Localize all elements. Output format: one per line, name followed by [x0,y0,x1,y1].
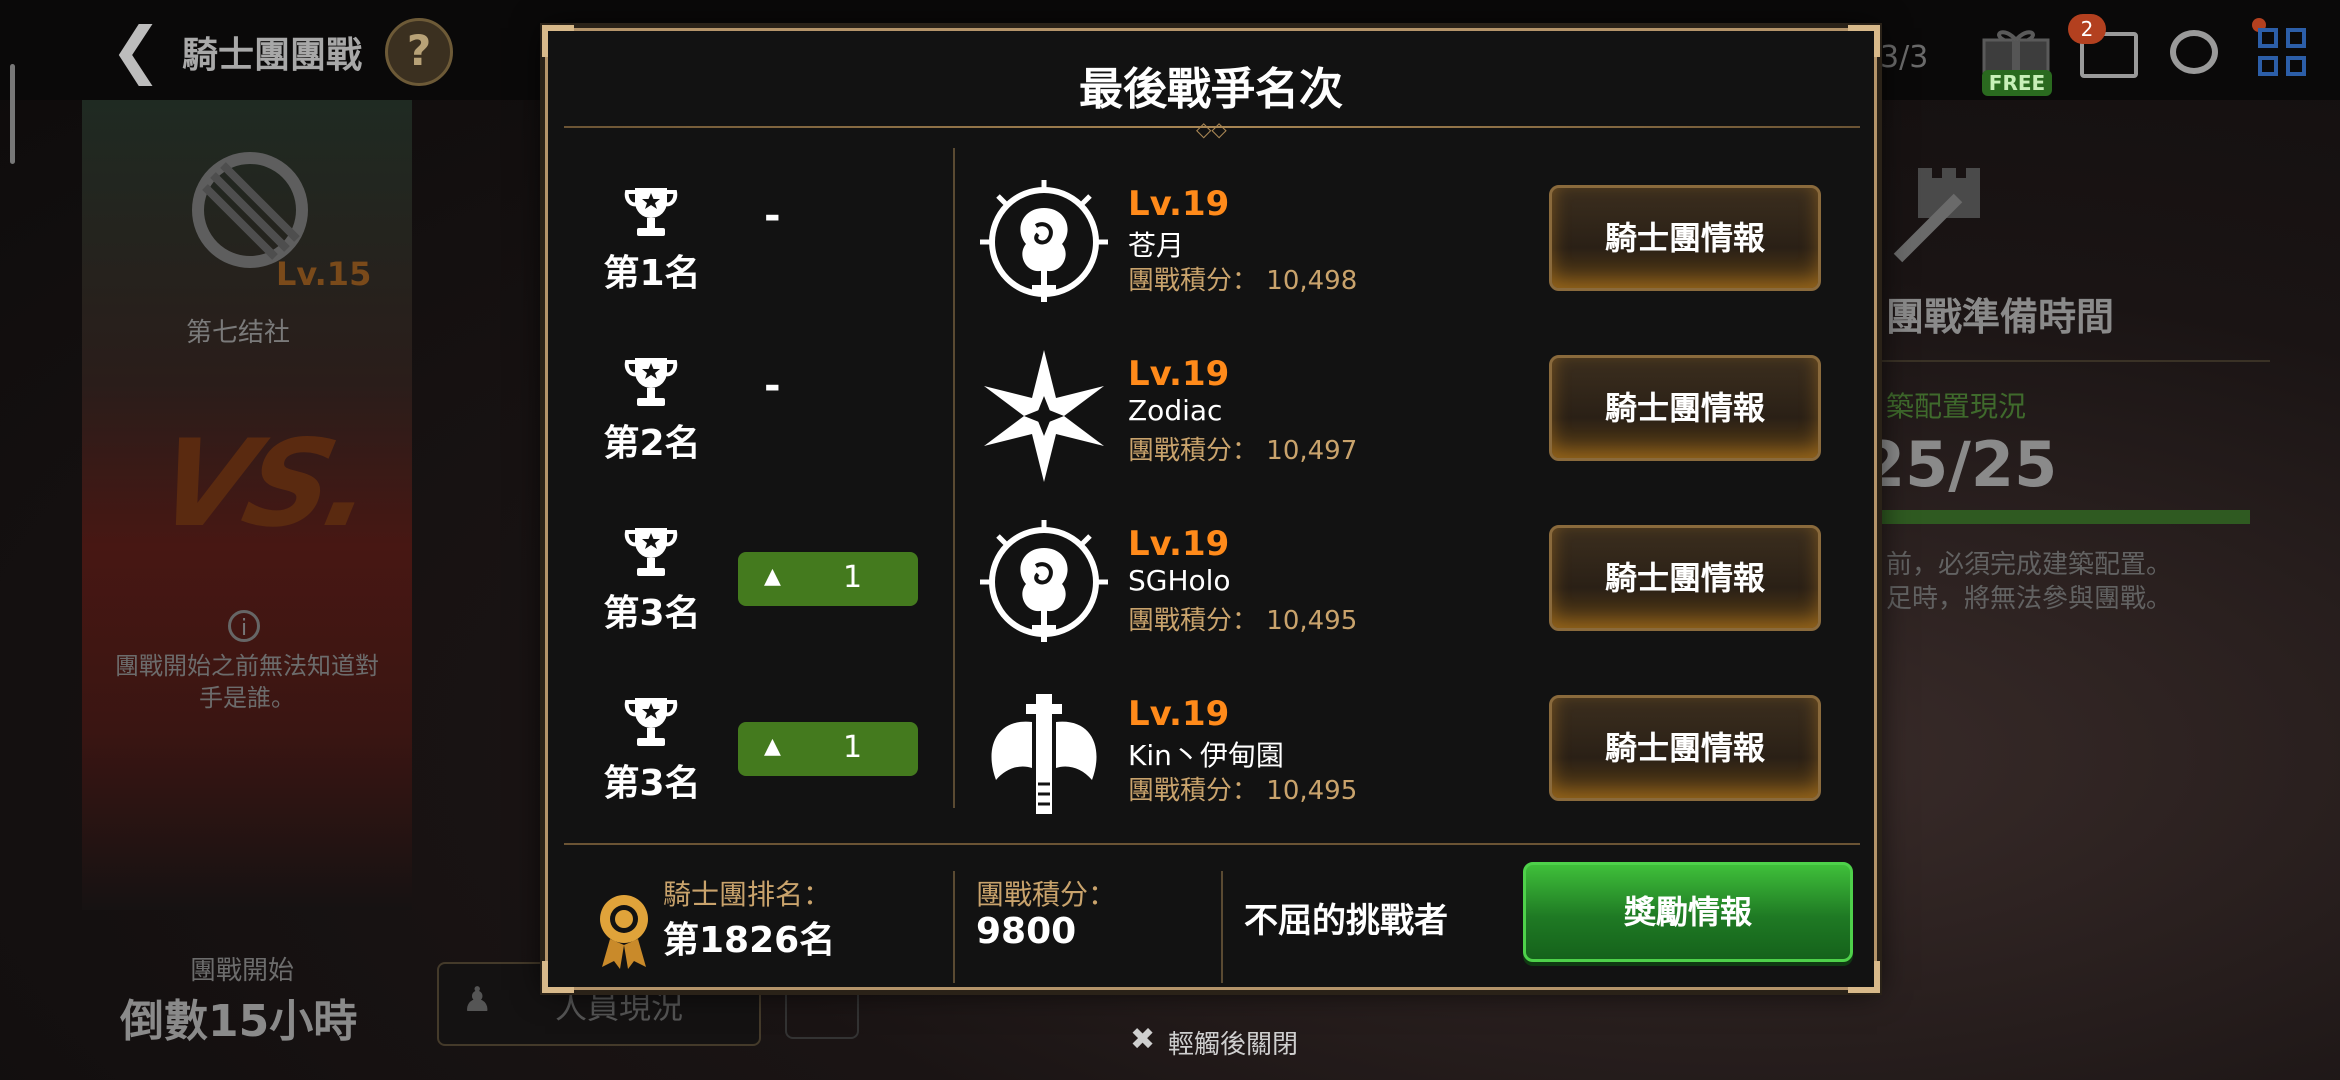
build-status-label: 築配置現況 [1886,390,2027,423]
rose-emblem-icon [980,180,1108,302]
guild-score: 團戰積分： 10,495 [1128,770,1357,807]
guild-name: 第七结社 [186,318,291,348]
corner-ornament [1848,961,1880,993]
rank-change: - [764,363,781,409]
trophy-icon [624,528,678,576]
guild-level: Lv.15 [276,255,372,293]
star-emblem-icon [984,350,1104,482]
screen-title: 騎士團團戰 [182,35,363,76]
prep-note: 前，必須完成建築配置。 足時，將無法參與團戰。 [1886,548,2172,616]
info-icon: i [228,610,260,642]
guild-info-button[interactable]: 騎士團情報 [1549,355,1821,461]
chat-icon[interactable] [2170,30,2218,74]
vs-graphic: VS. [145,415,382,554]
corner-ornament [542,961,574,993]
score-label: 團戰積分： [1128,266,1259,296]
countdown: 倒數15小時 [120,996,358,1047]
guild-name: SGHolo [1128,564,1231,597]
score-value: 10,495 [1266,776,1358,806]
build-count: 25/25 [1862,428,2058,501]
person-icon: ♟ [462,980,493,1020]
prep-note-line-1: 前，必須完成建築配置。 [1886,550,2173,580]
build-progress-bar [1880,510,2250,524]
score-value: 10,495 [1266,606,1358,636]
side-indicator [10,64,15,164]
guild-info-label: 騎士團情報 [1604,729,1765,767]
guild-info-label: 騎士團情報 [1604,389,1765,427]
trophy-icon [624,358,678,406]
ranking-row: 第1名 - Lv.19 苍月 團戰積分： 10,498 騎士團情報 [548,148,1880,318]
list-divider [564,843,1860,845]
trophy-icon [624,698,678,746]
rank-label: 第1名 [603,253,701,294]
rank-label: 第2名 [603,423,701,464]
score-label: 團戰積分： [1128,606,1259,636]
guild-info-label: 騎士團情報 [1604,559,1765,597]
my-score-label: 團戰積分： [976,878,1117,911]
trophy-icon [624,188,678,236]
column-divider [953,148,955,808]
rank-up-icon: ▲ [764,734,781,759]
guild-info-button[interactable]: 騎士團情報 [1549,185,1821,291]
guild-score: 團戰積分： 10,495 [1128,600,1357,637]
opponent-note: 團戰開始之前無法知道對手是誰。 [115,652,379,712]
guild-name: Zodiac [1128,394,1223,427]
reward-info-button[interactable]: 獎勵情報 [1523,862,1853,962]
rank-change: - [764,193,781,239]
rose-emblem-icon [980,520,1108,642]
guild-score: 團戰積分： 10,497 [1128,430,1357,467]
axe-emblem-icon [991,694,1097,814]
prep-divider [1880,360,2270,362]
menu-grid-icon[interactable] [2258,28,2308,78]
rank-change-value: 1 [843,730,863,765]
mail-badge: 2 [2068,14,2106,44]
score-value: 10,498 [1266,266,1358,296]
score-value: 10,497 [1266,436,1358,466]
rank-change-value: 1 [843,560,863,595]
prep-time-title: 團戰準備時間 [1886,295,2115,339]
guild-title: 不屈的挑戰者 [1244,901,1448,941]
reward-info-label: 獎勵情報 [1623,893,1752,931]
prep-note-line-2: 足時，將無法參與團戰。 [1886,584,2173,614]
divider-ornament: ◇◇ [1196,117,1227,141]
footer-divider [1221,871,1223,983]
ranking-row: 第3名 ▲ 1 Lv.19 SGHolo 團戰積分： 10,495 騎士團情報 [548,488,1880,658]
score-label: 團戰積分： [1128,776,1259,806]
castle-sword-icon [1893,168,1980,263]
modal-title: 最後戰爭名次 [1079,64,1343,115]
guild-level: Lv.19 [1128,354,1230,394]
guild-info-button[interactable]: 騎士團情報 [1549,695,1821,801]
guild-name: 苍月 [1128,229,1185,262]
guild-level: Lv.19 [1128,524,1230,564]
my-rank-value: 第1826名 [663,920,836,961]
tap-to-close-hint[interactable]: 輕觸後關閉 [1168,1024,1298,1061]
ranking-modal: 最後戰爭名次 ◇◇ 第1名 - Lv.19 苍月 團戰積分： 10,498 騎士… [542,25,1880,993]
rank-change-badge: ▲ 1 [738,722,918,776]
rank-label: 第3名 [603,763,701,804]
my-score-value: 9800 [976,911,1077,952]
ranking-row: 第2名 - Lv.19 Zodiac 團戰積分： 10,497 騎士團情報 [548,318,1880,488]
rank-change-badge: ▲ 1 [738,552,918,606]
medal-icon [600,895,648,969]
guild-level: Lv.19 [1128,694,1230,734]
back-icon[interactable]: ❮ [110,19,162,81]
footer-divider [953,871,955,983]
ranking-row: 第3名 ▲ 1 Lv.19 Kin丶伊甸園 團戰積分： 10,495 騎士團情報 [548,658,1880,828]
close-icon[interactable]: ✖ [1130,1022,1155,1057]
score-label: 團戰積分： [1128,436,1259,466]
free-tag: FREE [1982,70,2052,96]
rank-up-icon: ▲ [764,564,781,589]
page-count: 3/3 [1880,40,1929,75]
battle-start-label: 團戰開始 [190,956,295,986]
guild-level: Lv.19 [1128,184,1230,224]
rank-label: 第3名 [603,593,701,634]
my-rank-label: 騎士團排名： [663,878,832,911]
help-button[interactable]: ? [385,18,453,86]
guild-info-button[interactable]: 騎士團情報 [1549,525,1821,631]
guild-info-label: 騎士團情報 [1604,219,1765,257]
guild-name: Kin丶伊甸園 [1128,739,1284,772]
guild-score: 團戰積分： 10,498 [1128,260,1357,297]
